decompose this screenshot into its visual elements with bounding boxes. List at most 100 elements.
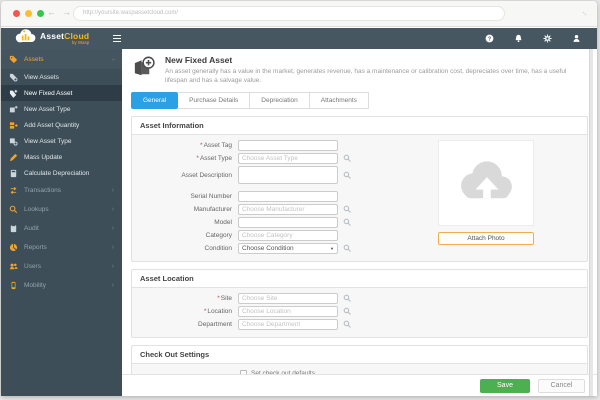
box-search-icon <box>9 137 18 146</box>
chevron-icon: › <box>111 244 114 251</box>
sidebar-item-label: Add Asset Quantity <box>24 121 80 129</box>
sidebar-item-mobility[interactable]: Mobility › <box>1 276 122 295</box>
settings-icon[interactable] <box>543 34 552 43</box>
sidebar-item-label: Mass Update <box>24 153 63 161</box>
user-icon[interactable] <box>572 34 581 43</box>
asset-type-input[interactable] <box>238 153 338 164</box>
mobile-icon <box>9 281 18 290</box>
lookup-icon[interactable] <box>343 244 352 253</box>
model-input[interactable] <box>238 217 338 228</box>
assetcloud-logo[interactable]: AssetCloud by Wasp <box>13 28 89 49</box>
save-button[interactable]: Save <box>480 378 530 393</box>
sidebar: Assets › View Assets New Fixed Asset New Ass… <box>1 49 122 396</box>
address-bar[interactable]: http://yoursite.waspassetcloud.com/ <box>73 6 505 21</box>
users-icon <box>9 262 18 271</box>
asset-description-textarea[interactable] <box>238 166 338 184</box>
sidebar-item-new-asset-type[interactable]: New Asset Type <box>1 101 122 117</box>
svg-text:?: ? <box>488 36 491 42</box>
lookup-icon[interactable] <box>343 307 352 316</box>
lookup-icon[interactable] <box>343 294 352 303</box>
tab-general[interactable]: General <box>131 92 179 109</box>
sidebar-item-label: Audit <box>24 225 39 232</box>
field-label: *Location <box>203 308 232 315</box>
department-input[interactable] <box>238 319 338 330</box>
sidebar-item-label: New Fixed Asset <box>24 89 73 97</box>
browser-forward-icon[interactable]: → <box>62 7 71 17</box>
chevron-icon: › <box>111 206 114 213</box>
sidebar-item-calculate-depreciation[interactable]: Calculate Depreciation <box>1 165 122 181</box>
browser-window: ← → http://yoursite.waspassetcloud.com/ … <box>1 1 597 396</box>
maximize-window-button[interactable] <box>37 10 44 17</box>
traffic-lights <box>13 10 44 17</box>
minimize-window-button[interactable] <box>25 10 32 17</box>
sidebar-item-view-asset-type[interactable]: View Asset Type <box>1 133 122 149</box>
scrollbar[interactable] <box>589 49 593 396</box>
lookup-icon[interactable] <box>343 205 352 214</box>
sidebar-item-reports[interactable]: Reports › <box>1 238 122 257</box>
field-label: Serial Number <box>190 193 232 200</box>
sidebar-item-transactions[interactable]: Transactions › <box>1 181 122 200</box>
tag-plus-icon <box>9 89 18 98</box>
sidebar-item-assets[interactable]: Assets › <box>1 49 122 69</box>
lookup-icon[interactable] <box>343 218 352 227</box>
sidebar-item-view-assets[interactable]: View Assets <box>1 69 122 85</box>
logo-byline: by Wasp <box>71 40 90 45</box>
menu-toggle-icon[interactable] <box>113 34 122 43</box>
field-row-location: *Location <box>140 306 579 317</box>
condition-select[interactable]: Choose Condition ▼ <box>238 243 338 254</box>
sidebar-item-audit[interactable]: Audit › <box>1 219 122 238</box>
select-value: Choose Condition <box>242 245 294 252</box>
field-label: *Site <box>217 295 232 302</box>
sidebar-item-label: Lookups <box>24 206 49 213</box>
field-label: Asset Description <box>181 171 232 179</box>
resize-icon[interactable]: ↔ <box>579 7 591 19</box>
caret-down-icon: ▼ <box>330 246 334 251</box>
cancel-button[interactable]: Cancel <box>538 378 585 393</box>
serial-number-input[interactable] <box>238 191 338 202</box>
close-window-button[interactable] <box>13 10 20 17</box>
sidebar-item-label: Users <box>24 263 41 270</box>
lookup-icon[interactable] <box>343 154 352 163</box>
app-header: AssetCloud by Wasp ? <box>1 28 597 49</box>
tab-purchase-details[interactable]: Purchase Details <box>178 92 251 109</box>
field-label: Manufacturer <box>193 206 232 213</box>
notifications-icon[interactable] <box>514 34 523 43</box>
sidebar-item-add-asset-quantity[interactable]: Add Asset Quantity <box>1 117 122 133</box>
section-title: Check Out Settings <box>132 346 587 364</box>
sidebar-item-lookups[interactable]: Lookups › <box>1 200 122 219</box>
logo-text-asset: Asset <box>40 30 65 41</box>
section-asset-information: Asset Information Attach Photo *Asset Ta… <box>131 116 588 262</box>
cloud-logo-icon <box>13 28 37 49</box>
category-input[interactable] <box>238 230 338 241</box>
site-input[interactable] <box>238 293 338 304</box>
tab-depreciation[interactable]: Depreciation <box>250 92 310 109</box>
pie-icon <box>9 243 18 252</box>
page-title: New Fixed Asset <box>165 55 233 65</box>
sidebar-item-label: Mobility <box>24 282 47 289</box>
field-row-site: *Site <box>140 293 579 304</box>
help-icon[interactable]: ? <box>485 34 494 43</box>
sidebar-item-users[interactable]: Users › <box>1 257 122 276</box>
photo-dropzone[interactable] <box>438 140 534 226</box>
location-input[interactable] <box>238 306 338 317</box>
attach-photo-button[interactable]: Attach Photo <box>438 232 534 245</box>
tag-icon <box>9 55 18 64</box>
pencil-icon <box>9 153 18 162</box>
chevron-icon: › <box>111 282 114 289</box>
sidebar-item-label: View Asset Type <box>24 137 72 145</box>
manufacturer-input[interactable] <box>238 204 338 215</box>
header-icons: ? <box>485 34 581 43</box>
sidebar-item-label: View Assets <box>24 73 59 81</box>
browser-back-icon[interactable]: ← <box>47 7 56 17</box>
sidebar-item-new-fixed-asset[interactable]: New Fixed Asset <box>1 85 122 101</box>
tab-attachments[interactable]: Attachments <box>309 92 369 109</box>
app-root: AssetCloud by Wasp ? Assets › View Assets N… <box>1 28 597 396</box>
section-asset-location: Asset Location *Site *Location Department <box>131 269 588 338</box>
lookup-icon[interactable] <box>343 320 352 329</box>
page-header: New Fixed Asset An asset generally has a… <box>131 55 597 85</box>
sidebar-item-mass-update[interactable]: Mass Update <box>1 149 122 165</box>
field-row-department: Department <box>140 319 579 330</box>
sidebar-item-label: Transactions <box>24 187 61 194</box>
lookup-icon[interactable] <box>343 171 352 180</box>
asset-tag-input[interactable] <box>238 140 338 151</box>
